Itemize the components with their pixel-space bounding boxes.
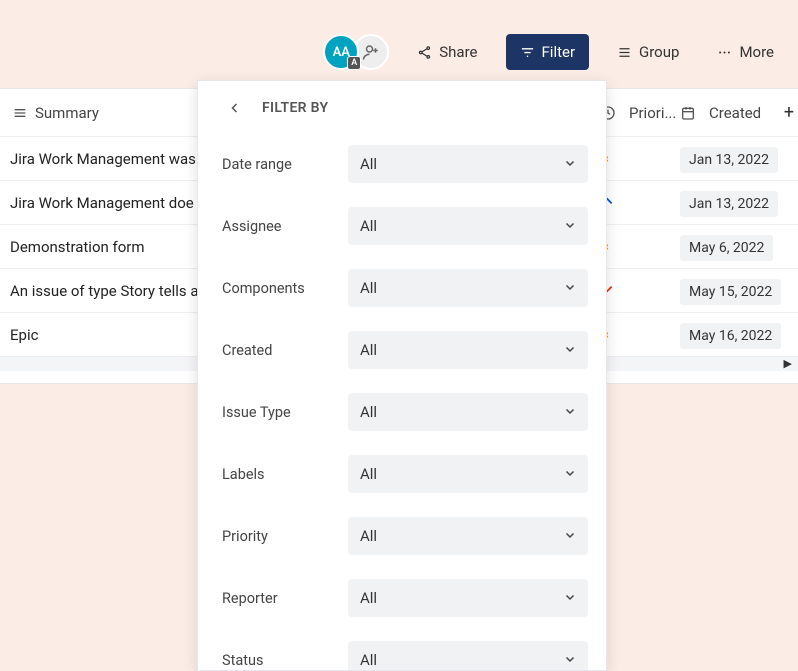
chevron-down-icon	[564, 653, 576, 668]
filter-field-row: Issue Type All	[222, 393, 588, 431]
ellipsis-icon	[717, 45, 732, 60]
filter-field-value: All	[360, 589, 377, 607]
summary-header-label: Summary	[35, 104, 99, 122]
column-header-priority[interactable]: Priori...	[600, 104, 680, 122]
created-date-chip: Jan 13, 2022	[680, 191, 778, 217]
cell-priority: =	[600, 325, 680, 344]
filter-field-value: All	[360, 341, 377, 359]
filter-icon	[520, 45, 535, 60]
created-date-chip: Jan 13, 2022	[680, 147, 778, 173]
chevron-down-icon	[564, 219, 576, 234]
more-button[interactable]: More	[707, 36, 784, 68]
filter-field-select[interactable]: All	[348, 145, 588, 183]
filter-field-label: Date range	[222, 156, 292, 173]
scroll-right-arrow[interactable]: ▶	[784, 357, 792, 370]
filter-field-label: Reporter	[222, 590, 278, 607]
group-button[interactable]: Group	[607, 36, 689, 68]
filter-field-row: Status All	[222, 641, 588, 670]
chevron-down-icon	[564, 281, 576, 296]
chevron-down-icon	[564, 467, 576, 482]
column-header-created[interactable]: Created	[680, 104, 780, 122]
filter-field-label: Status	[222, 652, 263, 669]
filter-field-row: Priority All	[222, 517, 588, 555]
share-button[interactable]: Share	[407, 36, 487, 68]
filter-field-value: All	[360, 217, 377, 235]
filter-field-value: All	[360, 527, 377, 545]
person-plus-icon	[362, 43, 380, 61]
filter-field-value: All	[360, 651, 377, 669]
filter-field-label: Issue Type	[222, 404, 291, 421]
filter-field-select[interactable]: All	[348, 393, 588, 431]
share-icon	[417, 45, 432, 60]
cell-priority: =	[600, 149, 680, 168]
calendar-icon	[680, 105, 696, 121]
created-date-chip: May 6, 2022	[680, 235, 773, 261]
chevron-down-icon	[564, 157, 576, 172]
filter-field-select[interactable]: All	[348, 331, 588, 369]
filter-popover: FILTER BY Date rangeAllAssigneeAllCompon…	[197, 80, 607, 671]
user-avatar[interactable]: AA A	[323, 34, 359, 70]
filter-back-button[interactable]	[224, 97, 246, 119]
filter-field-select[interactable]: All	[348, 455, 588, 493]
cell-created: Jan 13, 2022	[680, 194, 780, 212]
filter-field-label: Created	[222, 342, 272, 359]
cell-priority	[600, 282, 680, 300]
filter-button[interactable]: Filter	[506, 34, 590, 70]
list-icon	[12, 105, 28, 121]
filter-field-select[interactable]: All	[348, 517, 588, 555]
filter-field-value: All	[360, 155, 377, 173]
filter-field-row: Reporter All	[222, 579, 588, 617]
filter-popover-scroll[interactable]: FILTER BY Date rangeAllAssigneeAllCompon…	[198, 81, 606, 670]
filter-field-row: Created All	[222, 331, 588, 369]
chevron-down-icon	[564, 529, 576, 544]
chevron-down-icon	[564, 405, 576, 420]
filter-field-label: Components	[222, 280, 305, 297]
priority-header-label: Priori...	[629, 104, 676, 122]
filter-field-row: Labels All	[222, 455, 588, 493]
cell-created: May 6, 2022	[680, 238, 780, 256]
filter-field-label: Assignee	[222, 218, 281, 235]
created-date-chip: May 15, 2022	[680, 279, 781, 305]
filter-field-label: Labels	[222, 466, 265, 483]
avatar-badge: A	[347, 56, 361, 70]
filter-field-select[interactable]: All	[348, 207, 588, 245]
cell-created: May 16, 2022	[680, 326, 780, 344]
more-label: More	[739, 43, 774, 61]
filter-field-row: Components All	[222, 269, 588, 307]
filter-label: Filter	[542, 43, 576, 61]
created-date-chip: May 16, 2022	[680, 323, 781, 349]
filter-field-select[interactable]: All	[348, 579, 588, 617]
chevron-down-icon	[564, 591, 576, 606]
filter-popover-header: FILTER BY	[222, 97, 588, 119]
filter-field-row: Assignee All	[222, 207, 588, 245]
filter-field-select[interactable]: All	[348, 641, 588, 670]
share-label: Share	[439, 43, 477, 61]
filter-field-label: Priority	[222, 528, 268, 545]
created-header-label: Created	[709, 104, 761, 122]
filter-field-value: All	[360, 403, 377, 421]
cell-created: May 15, 2022	[680, 282, 780, 300]
group-label: Group	[639, 43, 679, 61]
filter-heading: FILTER BY	[262, 100, 328, 116]
filter-field-row: Date range All	[222, 145, 588, 183]
cell-created: Jan 13, 2022	[680, 150, 780, 168]
avatar-group: AA A	[323, 34, 389, 70]
filter-field-select[interactable]: All	[348, 269, 588, 307]
filter-field-value: All	[360, 465, 377, 483]
project-toolbar: AA A Share Filter	[0, 0, 798, 88]
add-column-button[interactable]: +	[780, 104, 798, 122]
filter-field-value: All	[360, 279, 377, 297]
cell-priority: =	[600, 237, 680, 256]
chevron-down-icon	[564, 343, 576, 358]
cell-priority	[600, 194, 680, 212]
group-icon	[617, 45, 632, 60]
